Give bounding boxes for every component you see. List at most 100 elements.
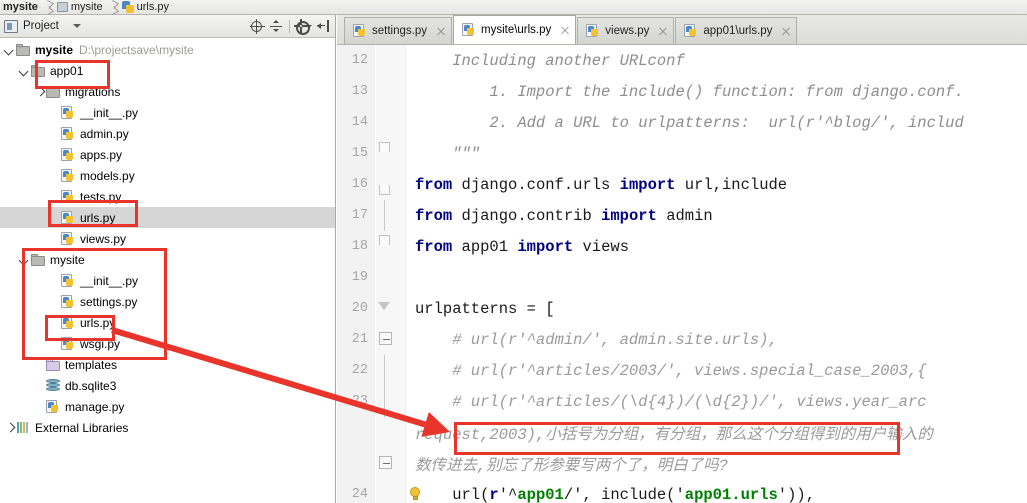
code-line-22[interactable]: 22 # url(r'^articles/2003/', views.speci…	[337, 355, 1027, 386]
tree-expand-toggle[interactable]	[3, 417, 16, 438]
breadcrumb-item-package[interactable]: mysite	[53, 0, 109, 14]
pycharm-window: mysite mysite urls.py Project mysite D:\…	[0, 0, 1027, 503]
tree-item-apps-py[interactable]: apps.py	[0, 144, 335, 165]
tree-item-label: admin.py	[80, 126, 129, 141]
tree-item-settings-py[interactable]: settings.py	[0, 291, 335, 312]
editor-area: settings.py mysite\urls.py views.py app01\u…	[337, 15, 1027, 503]
tree-item-urls-py[interactable]: urls.py	[0, 312, 335, 333]
code-line-21[interactable]: 21 # url(r'^admin/', admin.site.urls),	[337, 324, 1027, 355]
fold-cell[interactable]	[375, 45, 406, 76]
fold-cell[interactable]	[375, 231, 406, 262]
code-editor[interactable]: 12 Including another URLconf 13 1. Import…	[337, 45, 1027, 503]
tree-item-__init__-py[interactable]: __init__.py	[0, 102, 335, 123]
tree-item-views-py[interactable]: views.py	[0, 228, 335, 249]
fold-region-start-icon[interactable]	[378, 302, 390, 310]
fold-cell[interactable]	[375, 293, 406, 324]
fold-toggle-icon[interactable]	[379, 456, 392, 469]
tree-item-app01[interactable]: app01	[0, 60, 335, 81]
fold-cell[interactable]	[375, 169, 406, 200]
python-file-icon	[61, 168, 75, 183]
intention-bulb-icon[interactable]	[409, 487, 422, 502]
editor-tab-bar[interactable]: settings.py mysite\urls.py views.py app01\u…	[337, 15, 1027, 45]
tree-expand-toggle[interactable]	[18, 60, 31, 81]
tree-item-manage-py[interactable]: manage.py	[0, 396, 335, 417]
editor-tab-mysite-urls-py[interactable]: mysite\urls.py	[452, 15, 577, 44]
code-line-16[interactable]: 16 from django.conf.urls import url,inclu…	[337, 169, 1027, 200]
fold-region-start-icon[interactable]	[379, 185, 390, 195]
editor-tab-label: views.py	[605, 25, 650, 37]
tree-item-mysite[interactable]: mysite D:\projectsave\mysite	[0, 39, 335, 60]
fold-cell[interactable]	[375, 138, 406, 169]
close-icon[interactable]	[436, 27, 445, 36]
fold-cell[interactable]	[375, 355, 406, 386]
code-line-14[interactable]: 14 2. Add a URL to urlpatterns: url(r'^b…	[337, 107, 1027, 138]
fold-cell[interactable]	[375, 448, 406, 479]
tree-item-wsgi-py[interactable]: wsgi.py	[0, 333, 335, 354]
code-line-wrapped[interactable]: 数传进去,别忘了形参要写两个了，明白了吗?	[337, 448, 1027, 479]
breadcrumb-separator-icon	[109, 0, 118, 14]
gear-settings-icon[interactable]	[293, 18, 312, 35]
tree-item-tests-py[interactable]: tests.py	[0, 186, 335, 207]
fold-region-end-icon[interactable]	[379, 235, 390, 245]
hide-panel-icon[interactable]	[314, 18, 331, 35]
project-file-tree[interactable]: mysite D:\projectsave\mysite app01 migratio…	[0, 39, 335, 503]
breadcrumb: mysite mysite urls.py	[0, 0, 1027, 15]
fold-cell[interactable]	[375, 386, 406, 417]
project-tool-window: Project mysite D:\projectsave\mysite app01…	[0, 15, 336, 503]
fold-region-end-icon[interactable]	[379, 142, 390, 152]
editor-tab-settings-py[interactable]: settings.py	[344, 17, 452, 44]
tree-item-__init__-py[interactable]: __init__.py	[0, 270, 335, 291]
collapse-all-icon[interactable]	[267, 18, 284, 35]
tree-item-urls-py[interactable]: urls.py	[0, 207, 335, 228]
close-icon[interactable]	[658, 27, 667, 36]
tree-expand-toggle[interactable]	[33, 81, 46, 102]
code-line-19[interactable]: 19	[337, 262, 1027, 293]
code-line-23[interactable]: 23 # url(r'^articles/(\d{4})/(\d{2})/', …	[337, 386, 1027, 417]
locate-target-icon[interactable]	[248, 18, 265, 35]
tree-item-migrations[interactable]: migrations	[0, 81, 335, 102]
code-line-17[interactable]: 17 from django.contrib import admin	[337, 200, 1027, 231]
fold-toggle-icon[interactable]	[379, 332, 392, 345]
line-number: 17	[337, 200, 375, 231]
fold-cell[interactable]	[375, 479, 406, 503]
tree-item-admin-py[interactable]: admin.py	[0, 123, 335, 144]
fold-cell[interactable]	[375, 262, 406, 293]
tree-expand-toggle[interactable]	[18, 249, 31, 270]
fold-cell[interactable]	[375, 107, 406, 138]
tree-item-External Libraries[interactable]: External Libraries	[0, 417, 335, 438]
code-line-20[interactable]: 20 urlpatterns = [	[337, 293, 1027, 324]
database-icon	[46, 379, 60, 392]
fold-cell[interactable]	[375, 200, 406, 231]
project-window-icon	[4, 19, 18, 33]
editor-tab-app01-urls-py[interactable]: app01\urls.py	[675, 17, 798, 44]
tree-item-models-py[interactable]: models.py	[0, 165, 335, 186]
fold-cell[interactable]	[375, 417, 406, 448]
editor-tab-views-py[interactable]: views.py	[577, 17, 675, 44]
tree-item-label: __init__.py	[80, 105, 139, 120]
fold-cell[interactable]	[375, 76, 406, 107]
code-content[interactable]: 12 Including another URLconf 13 1. Import…	[337, 45, 1027, 503]
folder-plain-icon	[46, 85, 60, 98]
close-icon[interactable]	[560, 26, 569, 35]
close-icon[interactable]	[781, 27, 790, 36]
tree-item-mysite[interactable]: mysite	[0, 249, 335, 270]
breadcrumb-item-file[interactable]: urls.py	[118, 0, 175, 14]
python-file-icon	[61, 147, 75, 162]
breadcrumb-label: mysite	[70, 1, 103, 13]
code-line-12[interactable]: 12 Including another URLconf	[337, 45, 1027, 76]
breadcrumb-item-project[interactable]: mysite	[0, 0, 44, 14]
chevron-down-icon[interactable]	[72, 24, 81, 28]
tree-item-db-sqlite3[interactable]: db.sqlite3	[0, 375, 335, 396]
tree-item-templates[interactable]: templates	[0, 354, 335, 375]
tree-expand-toggle[interactable]	[3, 39, 16, 60]
code-line-wrapped[interactable]: request,2003),小括号为分组，有分组，那么这个分组得到的用户输入的	[337, 417, 1027, 448]
code-line-13[interactable]: 13 1. Import the include() function: fro…	[337, 76, 1027, 107]
code-line-18[interactable]: 18 from app01 import views	[337, 231, 1027, 262]
fold-cell[interactable]	[375, 324, 406, 355]
code-line-15[interactable]: 15 """	[337, 138, 1027, 169]
code-line-24[interactable]: 24 url(r'^app01/', include('app01.urls')…	[337, 479, 1027, 503]
